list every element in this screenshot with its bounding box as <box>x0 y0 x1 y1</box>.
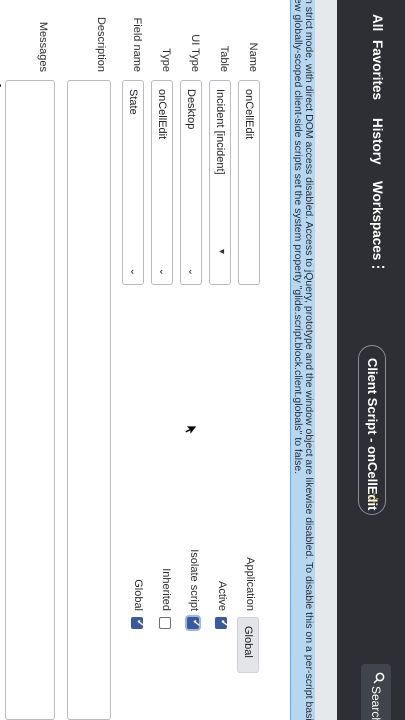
description-textarea[interactable] <box>67 80 111 720</box>
application-value: Global <box>242 626 254 658</box>
checkmark-icon: ✓ <box>190 619 201 628</box>
inherited-label: Inherited <box>160 568 172 611</box>
field-name-label: Field name <box>131 17 143 72</box>
table-dropdown-icon: ▾ <box>216 248 227 254</box>
chevron-down-icon: ⌄ <box>186 267 197 276</box>
name-value: onCellEdit <box>243 89 255 140</box>
application-field: Global <box>237 617 259 673</box>
mouse-cursor-icon <box>184 425 198 437</box>
favorite-star-icon[interactable]: ☆ <box>364 492 382 505</box>
global-label: Global <box>132 579 144 611</box>
info-banner: n strict mode, with direct DOM access di… <box>290 0 315 720</box>
application-label: Application <box>244 557 256 611</box>
ui-type-value: Desktop <box>185 89 197 130</box>
checkmark-icon: ✓ <box>134 619 145 628</box>
nav-all[interactable]: All <box>370 14 385 31</box>
global-search[interactable]: Search <box>361 664 391 720</box>
ui-type-label: UI Type <box>189 34 201 72</box>
record-title-pill[interactable]: Client Script - onCellEdit ☆ <box>358 345 386 515</box>
top-navbar: All Favorites History Workspaces ⋮ Clien… <box>337 0 405 720</box>
active-checkbox[interactable]: ✓ <box>215 617 229 629</box>
table-label: Table <box>218 45 230 72</box>
field-name-select[interactable]: State ⌄ <box>122 80 144 285</box>
messages-textarea[interactable] <box>5 80 55 720</box>
banner-text-line-2: ew globally-scoped client-side scripts s… <box>292 0 304 475</box>
record-title: Client Script - onCellEdit <box>365 358 380 511</box>
type-label: Type <box>160 48 172 72</box>
search-label: Search <box>369 686 383 720</box>
checkmark-icon: ✓ <box>218 619 229 628</box>
global-checkbox[interactable]: ✓ <box>131 617 145 629</box>
chevron-down-icon: ⌄ <box>157 267 168 276</box>
nav-favorites[interactable]: Favorites <box>370 40 385 100</box>
more-menu-icon[interactable]: ⋮ <box>370 260 387 274</box>
name-label: Name <box>247 42 259 72</box>
ui-type-select[interactable]: Desktop ⌄ <box>180 80 202 285</box>
isolate-script-checkbox[interactable]: ✓ <box>187 617 201 629</box>
table-select[interactable]: Incident [incident] ▾ <box>209 80 231 285</box>
name-field[interactable]: onCellEdit <box>238 80 260 285</box>
field-name-value: State <box>127 89 139 115</box>
type-select[interactable]: onCellEdit ⌄ <box>151 80 173 285</box>
inherited-checkbox[interactable] <box>159 617 171 629</box>
active-label: Active <box>216 581 228 611</box>
rotated-screen: All Favorites History Workspaces ⋮ Clien… <box>0 0 405 720</box>
nav-history[interactable]: History <box>370 118 385 165</box>
toolbar-icon[interactable]: ▪ <box>0 84 5 96</box>
nav-workspaces[interactable]: Workspaces <box>370 181 385 260</box>
table-value: Incident [incident] <box>214 89 226 175</box>
banner-text-line-1: n strict mode, with direct DOM access di… <box>303 0 315 720</box>
chevron-down-icon: ⌄ <box>128 267 139 276</box>
description-label: Description <box>95 16 107 72</box>
type-value: onCellEdit <box>156 89 168 140</box>
messages-label: Messages <box>37 21 49 72</box>
subheader-strip <box>315 0 337 720</box>
search-icon <box>373 672 385 684</box>
isolate-script-label: Isolate script <box>188 549 200 611</box>
